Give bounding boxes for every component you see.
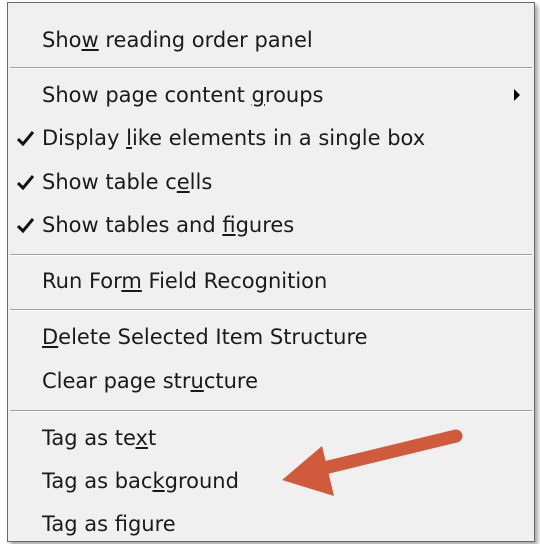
menu-item-label: Delete Selected Item Structure	[42, 325, 368, 349]
submenu-arrow-icon	[513, 75, 525, 115]
callout-arrow-icon	[276, 424, 466, 509]
menu-item-label: Display like elements in a single box	[42, 126, 426, 150]
menu-item-display-like-elements[interactable]: Display like elements in a single box	[8, 118, 534, 158]
menu-item-label: Clear page structure	[42, 369, 259, 393]
menu-item-show-reading-order-panel[interactable]: Show reading order panel	[8, 20, 534, 60]
menu-item-show-table-cells[interactable]: Show table cells	[8, 162, 534, 202]
menu-item-show-tables-and-figures[interactable]: Show tables and figures	[8, 205, 534, 245]
checkmark-icon	[17, 162, 37, 202]
menu-item-tag-as-figure[interactable]: Tag as figure	[8, 504, 534, 544]
menu-item-label: Show table cells	[42, 170, 213, 194]
menu-item-label: Tag as text	[42, 426, 157, 450]
menu-item-label: Tag as background	[42, 469, 239, 493]
menu-separator	[10, 67, 532, 69]
menu-item-label: Show tables and figures	[42, 213, 295, 237]
menu-separator	[10, 254, 532, 256]
menu-item-run-form-field-recognition[interactable]: Run Form Field Recognition	[8, 261, 534, 301]
checkmark-icon	[17, 205, 37, 245]
menu-item-clear-page-structure[interactable]: Clear page structure	[8, 361, 534, 401]
menu-item-label: Run Form Field Recognition	[42, 269, 328, 293]
checkmark-icon	[17, 118, 37, 158]
menu-item-label: Show reading order panel	[42, 28, 313, 52]
menu-item-delete-selected-item-structure[interactable]: Delete Selected Item Structure	[8, 317, 534, 357]
menu-separator	[10, 309, 532, 311]
menu-item-label: Tag as figure	[42, 512, 176, 536]
menu-item-show-page-content-groups[interactable]: Show page content groups	[8, 75, 534, 115]
menu-separator	[10, 410, 532, 412]
menu-item-label: Show page content groups	[42, 83, 324, 107]
